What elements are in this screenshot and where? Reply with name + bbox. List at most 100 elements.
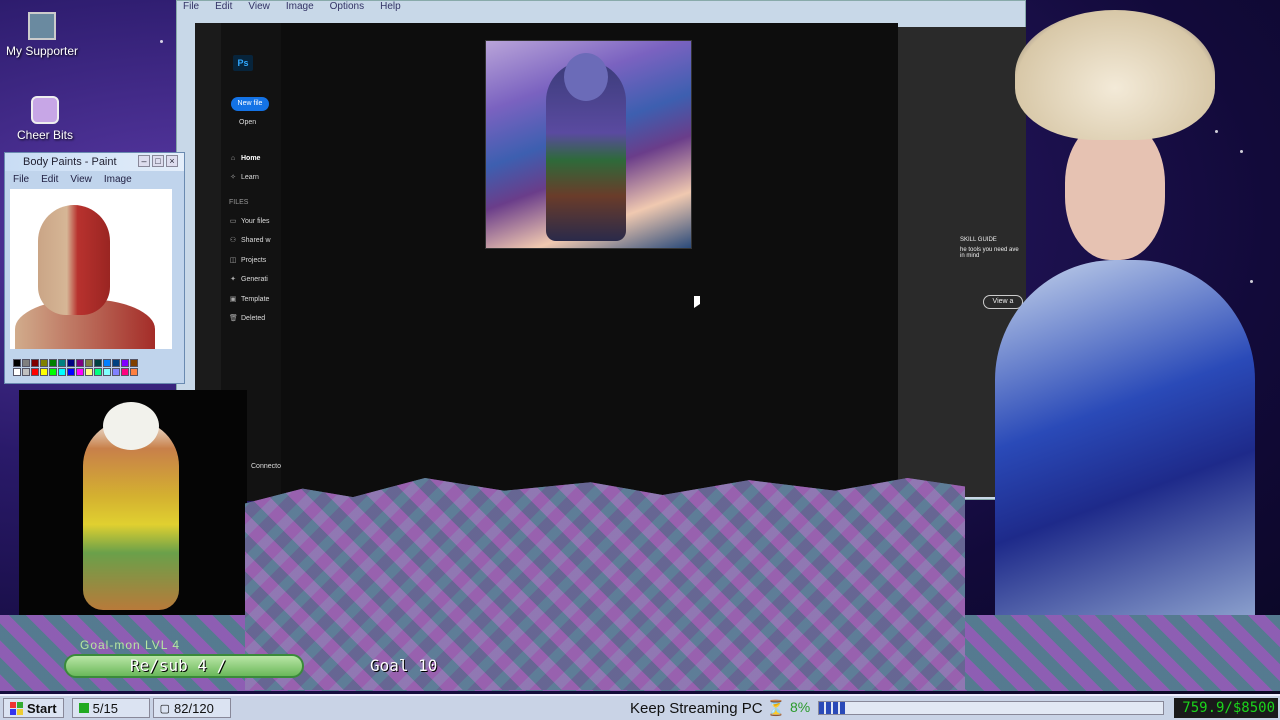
maximize-icon[interactable]: □: [152, 155, 164, 167]
taskbar: Start 5/15 ▢ 82/120 Keep Streaming PC ⏳ …: [0, 694, 1280, 720]
trash-icon: 🗑: [229, 315, 238, 322]
nav-home[interactable]: ⌂ Home: [229, 155, 261, 162]
counter-bits[interactable]: ▢ 82/120: [152, 698, 231, 718]
palette-color-swatch[interactable]: [31, 359, 39, 367]
nav-shared[interactable]: ⚇ Shared w: [229, 236, 271, 244]
gift-pile: [245, 478, 965, 690]
projects-icon: ◫: [229, 257, 237, 264]
character-head: [564, 53, 608, 101]
palette-color-swatch[interactable]: [49, 368, 57, 376]
body-paint-hair: [103, 402, 159, 450]
new-file-button[interactable]: New file: [231, 97, 269, 111]
streamer-top: [995, 260, 1255, 640]
palette-color-swatch[interactable]: [58, 368, 66, 376]
nav-label: Learn: [241, 174, 259, 181]
palette-color-swatch[interactable]: [40, 368, 48, 376]
goal-level: Goal-mon LVL 4: [80, 638, 181, 652]
menu-options[interactable]: Options: [330, 1, 364, 13]
folder-icon: ▭: [229, 218, 237, 225]
menu-bar: File Edit View Image Options Help: [177, 1, 1025, 13]
palette-color-swatch[interactable]: [31, 368, 39, 376]
color-palette: [13, 359, 138, 376]
nav-deleted[interactable]: 🗑 Deleted: [229, 314, 265, 322]
fantasy-artwork-image: [485, 40, 692, 249]
close-icon[interactable]: ×: [166, 155, 178, 167]
nav-label: Your files: [241, 218, 270, 225]
webcam-feed: [955, 0, 1280, 640]
nav-label: Shared w: [241, 237, 271, 244]
palette-color-swatch[interactable]: [49, 359, 57, 367]
menu-view[interactable]: View: [248, 1, 270, 13]
palette-color-swatch[interactable]: [13, 368, 21, 376]
streamer-face: [1065, 120, 1165, 260]
palette-color-swatch[interactable]: [103, 368, 111, 376]
palette-color-swatch[interactable]: [40, 359, 48, 367]
menu-image[interactable]: Image: [286, 1, 314, 13]
paint-canvas[interactable]: [10, 189, 172, 349]
progress-fill: [819, 702, 847, 714]
palette-color-swatch[interactable]: [112, 359, 120, 367]
palette-color-swatch[interactable]: [22, 359, 30, 367]
nav-label: Generati: [241, 276, 268, 283]
palette-color-swatch[interactable]: [13, 359, 21, 367]
palette-color-swatch[interactable]: [112, 368, 120, 376]
body-paint-photo: [19, 390, 247, 615]
nav-projects[interactable]: ◫ Projects: [229, 256, 267, 264]
anatomy-face: [38, 205, 110, 315]
keep-streaming-label: Keep Streaming PC ⏳: [630, 699, 785, 717]
palette-color-swatch[interactable]: [85, 368, 93, 376]
paint-menu-image[interactable]: Image: [104, 174, 132, 185]
menu-edit[interactable]: Edit: [215, 1, 232, 13]
palette-color-swatch[interactable]: [76, 359, 84, 367]
nav-connect[interactable]: Connecto: [251, 463, 281, 470]
nav-templates[interactable]: ▣ Template: [229, 295, 270, 303]
menu-file[interactable]: File: [183, 1, 199, 13]
paint-menu-edit[interactable]: Edit: [41, 174, 58, 185]
keep-streaming-text: Keep Streaming PC: [630, 700, 763, 717]
nav-label: Home: [241, 155, 261, 162]
goal-label: Re/sub 4 /: [130, 656, 227, 675]
mouse-cursor-icon: [694, 296, 700, 308]
nav-learn[interactable]: ✧ Learn: [229, 173, 259, 181]
palette-color-swatch[interactable]: [103, 359, 111, 367]
palette-color-swatch[interactable]: [67, 368, 75, 376]
menu-help[interactable]: Help: [380, 1, 401, 13]
paint-menu-file[interactable]: File: [13, 174, 29, 185]
palette-color-swatch[interactable]: [67, 359, 75, 367]
counter-subs[interactable]: 5/15: [71, 698, 150, 718]
desktop-icon-my-supporter[interactable]: My Supporter: [2, 12, 82, 58]
nav-label: Template: [241, 296, 270, 303]
windows-logo-icon: [10, 701, 23, 715]
template-icon: ▣: [229, 296, 237, 303]
desktop-icon-cheer-bits[interactable]: Cheer Bits: [8, 96, 82, 142]
palette-color-swatch[interactable]: [85, 359, 93, 367]
palette-color-swatch[interactable]: [121, 368, 129, 376]
palette-color-swatch[interactable]: [130, 359, 138, 367]
streamer-hair: [1015, 10, 1215, 140]
paint-menu-view[interactable]: View: [70, 174, 92, 185]
palette-color-swatch[interactable]: [22, 368, 30, 376]
files-header: FILES: [229, 199, 249, 206]
photoshop-logo: Ps: [233, 55, 253, 71]
paint-title: Body Paints - Paint: [23, 156, 117, 168]
palette-color-swatch[interactable]: [121, 359, 129, 367]
goal-target: Goal 10: [370, 656, 438, 675]
minimize-icon[interactable]: –: [138, 155, 150, 167]
open-button[interactable]: Open: [239, 119, 256, 126]
paint-window: Body Paints - Paint – □ × File Edit View…: [4, 152, 185, 384]
progress-percent: 8%: [790, 699, 811, 715]
palette-color-swatch[interactable]: [130, 368, 138, 376]
green-square-icon: [78, 703, 89, 713]
nav-your-files[interactable]: ▭ Your files: [229, 217, 270, 225]
palette-color-swatch[interactable]: [94, 368, 102, 376]
chat-icon: ▢: [159, 702, 171, 715]
start-button[interactable]: Start: [3, 698, 64, 718]
palette-color-swatch[interactable]: [58, 359, 66, 367]
share-icon: ⚇: [229, 237, 237, 244]
keep-streaming-progress-bar: [818, 701, 1164, 715]
paint-title-bar[interactable]: Body Paints - Paint – □ ×: [5, 153, 184, 171]
palette-color-swatch[interactable]: [94, 359, 102, 367]
nav-generative[interactable]: ✦ Generati: [229, 275, 268, 283]
nav-label: Deleted: [241, 315, 266, 322]
palette-color-swatch[interactable]: [76, 368, 84, 376]
